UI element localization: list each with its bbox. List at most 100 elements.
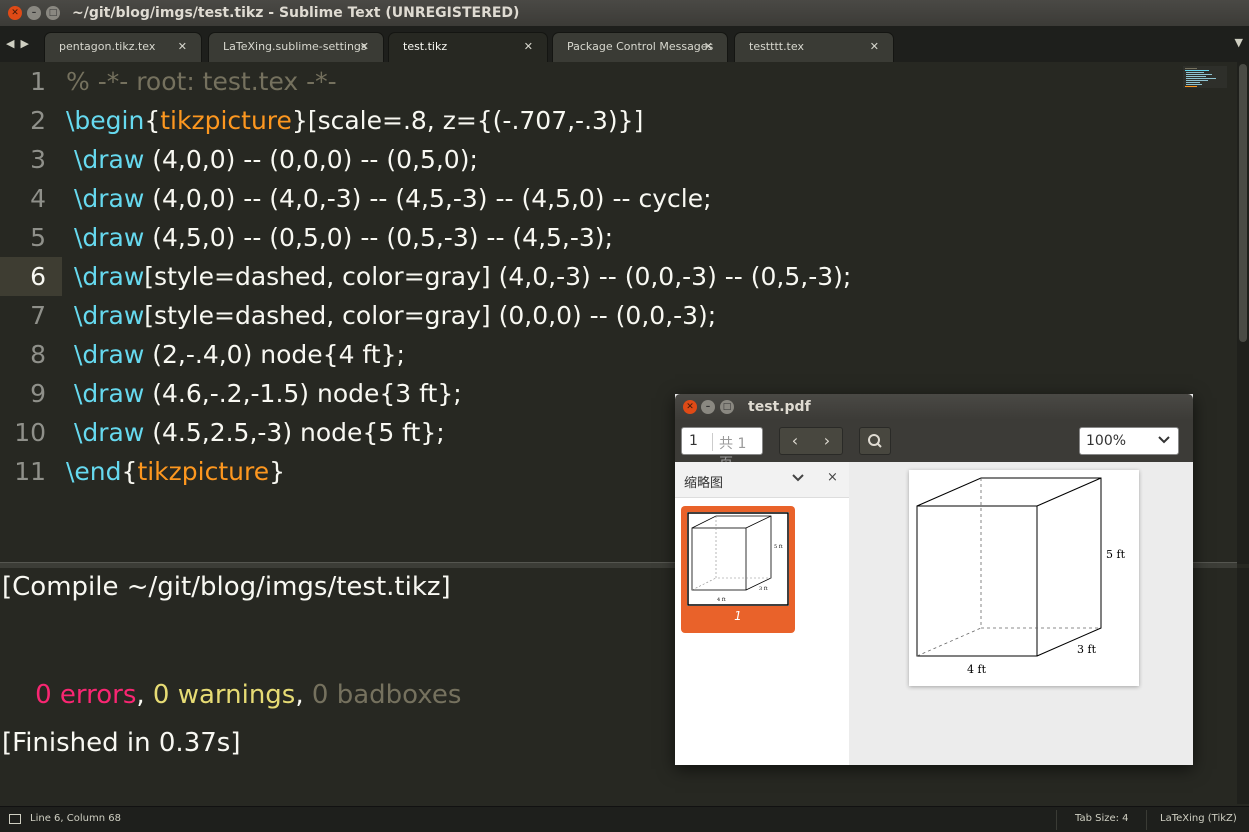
compile-line: [Compile ~/git/blog/imgs/test.tikz] <box>2 572 451 602</box>
code-line[interactable]: 3 \draw (4,0,0) -- (0,0,0) -- (0,5,0); <box>0 140 1237 179</box>
tab-test-tikz[interactable]: test.tikz ✕ <box>388 32 548 62</box>
output-scrollbar[interactable] <box>1237 568 1249 804</box>
line-code: \draw (4.5,2.5,-3) node{5 ft}; <box>66 413 445 452</box>
tab-close-icon[interactable]: ✕ <box>524 33 533 61</box>
window-close-icon[interactable]: ✕ <box>8 6 22 20</box>
pdf-maximize-icon[interactable]: □ <box>720 400 734 414</box>
sidebar-close-icon[interactable]: × <box>827 470 838 485</box>
depth-label: 3 ft <box>1077 643 1097 656</box>
sidebar-header: 缩略图 × <box>675 462 849 498</box>
thumbnail-page-number: 1 <box>734 609 742 623</box>
code-token: (4,5,0) -- (0,5,0) -- (0,5,-3) -- (4,5,-… <box>144 223 613 252</box>
line-number: 3 <box>30 145 46 174</box>
code-token: \draw <box>66 340 145 369</box>
tab-close-icon[interactable]: ✕ <box>178 33 187 61</box>
window-title: ~/git/blog/imgs/test.tikz - Sublime Text… <box>72 5 520 21</box>
pdf-title: test.pdf <box>748 399 811 415</box>
tab-close-icon[interactable]: ✕ <box>360 33 369 61</box>
code-token: \begin <box>66 106 145 135</box>
tab-latexing-settings[interactable]: LaTeXing.sublime-settings ✕ <box>208 32 384 62</box>
code-token: (4.5,2.5,-3) node{5 ft}; <box>144 418 445 447</box>
summary-line: 0 errors, 0 warnings, 0 badboxes <box>2 650 461 740</box>
line-number: 7 <box>30 301 46 330</box>
code-token: \end <box>66 457 122 486</box>
panel-toggle-icon[interactable] <box>9 814 21 824</box>
document-view[interactable]: 4 ft 3 ft 5 ft <box>849 462 1193 765</box>
line-code: \end{tikzpicture} <box>66 452 285 491</box>
code-line[interactable]: 1 % -*- root: test.tex -*- <box>0 62 1237 101</box>
pdf-toolbar: 1 共 1 页 ‹ › 100% <box>675 420 1193 472</box>
code-token: { <box>121 457 138 486</box>
height-label: 5 ft <box>1106 548 1126 561</box>
line-number: 4 <box>30 184 46 213</box>
code-token: \draw <box>66 184 145 213</box>
thumb-depth-label: 3 ft <box>759 586 768 592</box>
tab-label: pentagon.tikz.tex <box>59 40 156 53</box>
code-token: (4,0,0) -- (0,0,0) -- (0,5,0); <box>144 145 478 174</box>
code-token: }[scale=.8, z={(-.707,-.3)}] <box>291 106 644 135</box>
page-number-field[interactable]: 1 共 1 页 <box>681 427 763 472</box>
pdf-close-icon[interactable]: ✕ <box>683 400 697 414</box>
tab-size-indicator[interactable]: Tab Size: 4 <box>1075 813 1129 824</box>
line-code: % -*- root: test.tex -*- <box>66 62 337 101</box>
cube-figure: 4 ft 3 ft 5 ft <box>916 477 1126 676</box>
finished-line: [Finished in 0.37s] <box>2 728 241 758</box>
status-separator <box>1056 810 1057 830</box>
page-nav-group: ‹ › <box>779 427 843 455</box>
code-line[interactable]: 6 \draw[style=dashed, color=gray] (4,0,-… <box>0 257 1237 296</box>
minimap[interactable] <box>1183 66 1227 88</box>
chevron-down-icon[interactable] <box>792 473 804 483</box>
line-code: \begin{tikzpicture}[scale=.8, z={(-.707,… <box>66 101 643 140</box>
line-number: 2 <box>30 106 46 135</box>
window-maximize-icon[interactable]: □ <box>46 6 60 20</box>
next-page-button[interactable]: › <box>812 431 842 450</box>
tab-testttt[interactable]: testttt.tex ✕ <box>734 32 894 62</box>
line-number: 5 <box>30 223 46 252</box>
syntax-indicator[interactable]: LaTeXing (TikZ) <box>1160 813 1237 824</box>
zoom-select[interactable]: 100% <box>1079 427 1179 455</box>
pdf-titlebar: ✕ – □ test.pdf <box>675 394 1193 420</box>
width-label: 4 ft <box>967 663 987 676</box>
zoom-value: 100% <box>1086 433 1127 449</box>
code-token: % -*- root: test.tex -*- <box>66 67 337 96</box>
code-token: \draw <box>66 418 145 447</box>
editor-scrollbar[interactable] <box>1237 62 1249 564</box>
tab-label: LaTeXing.sublime-settings <box>223 40 367 53</box>
badboxes-count: 0 badboxes <box>311 680 462 710</box>
code-line[interactable]: 7 \draw[style=dashed, color=gray] (0,0,0… <box>0 296 1237 335</box>
code-line[interactable]: 4 \draw (4,0,0) -- (4,0,-3) -- (4,5,-3) … <box>0 179 1237 218</box>
line-code: \draw (4,0,0) -- (4,0,-3) -- (4,5,-3) --… <box>66 179 712 218</box>
sidebar-title[interactable]: 缩略图 <box>684 472 723 491</box>
tab-close-icon[interactable]: ✕ <box>870 33 879 61</box>
page-total-label: 共 1 页 <box>712 433 762 472</box>
previous-page-button[interactable]: ‹ <box>780 431 810 450</box>
tab-pentagon[interactable]: pentagon.tikz.tex ✕ <box>44 32 202 62</box>
code-line[interactable]: 2 \begin{tikzpicture}[scale=.8, z={(-.707… <box>0 101 1237 140</box>
line-number: 10 <box>14 418 46 447</box>
tab-list-dropdown-icon[interactable]: ▼ <box>1235 36 1243 49</box>
line-code: \draw (4,0,0) -- (0,0,0) -- (0,5,0); <box>66 140 478 179</box>
window-minimize-icon[interactable]: – <box>27 6 41 20</box>
window-titlebar: ✕ – □ ~/git/blog/imgs/test.tikz - Sublim… <box>0 0 1249 26</box>
line-number: 1 <box>30 67 46 96</box>
thumbnail-preview: 4 ft 3 ft 5 ft <box>687 512 789 606</box>
tab-scroll-arrows-icon[interactable]: ◀▶ <box>6 37 35 50</box>
code-token: \draw <box>66 262 145 291</box>
tab-package-control[interactable]: Package Control Messages ✕ <box>552 32 728 62</box>
pdf-viewer-window: ✕ – □ test.pdf 1 共 1 页 ‹ › 100% 缩略图 <box>675 394 1193 765</box>
code-token: [style=dashed, color=gray] (0,0,0) -- (0… <box>144 301 717 330</box>
search-button[interactable] <box>859 427 891 455</box>
cursor-position: Line 6, Column 68 <box>30 813 121 824</box>
code-token: \draw <box>66 301 145 330</box>
page-number-value[interactable]: 1 <box>689 433 698 449</box>
tab-close-icon[interactable]: ✕ <box>704 33 713 61</box>
editor-scrollbar-thumb[interactable] <box>1239 64 1247 342</box>
page-thumbnail[interactable]: 4 ft 3 ft 5 ft 1 <box>681 506 795 633</box>
code-line[interactable]: 8 \draw (2,-.4,0) node{4 ft}; <box>0 335 1237 374</box>
pdf-minimize-icon[interactable]: – <box>701 400 715 414</box>
line-code: \draw (2,-.4,0) node{4 ft}; <box>66 335 405 374</box>
status-separator <box>1146 810 1147 830</box>
code-token: tikzpicture <box>137 457 270 486</box>
line-number: 8 <box>30 340 46 369</box>
code-line[interactable]: 5 \draw (4,5,0) -- (0,5,0) -- (0,5,-3) -… <box>0 218 1237 257</box>
